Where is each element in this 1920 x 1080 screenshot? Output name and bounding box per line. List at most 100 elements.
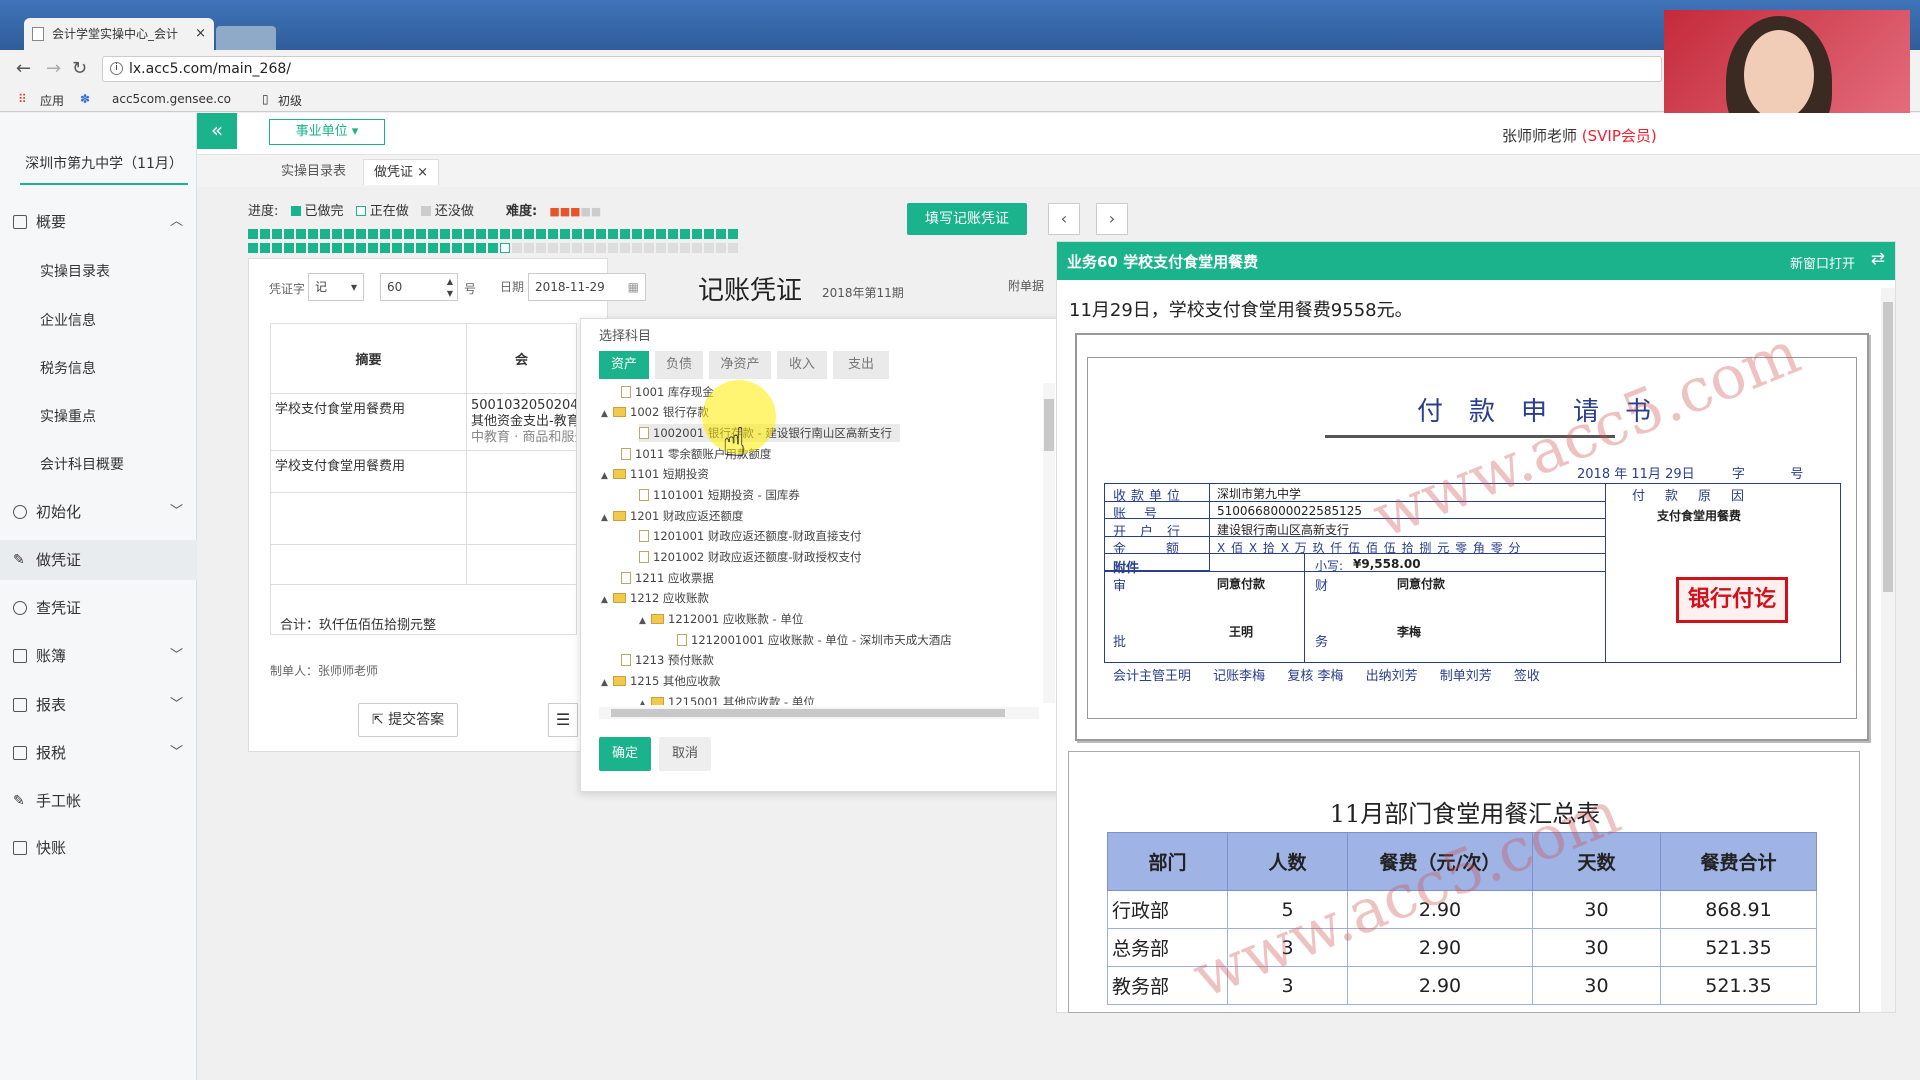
progress-square[interactable] xyxy=(440,243,450,253)
tree-node[interactable]: ▲ 1212001 应收账款 - 单位 xyxy=(639,610,803,628)
sidebar-item-manual-ledger[interactable]: ✎ 手工帐 xyxy=(0,781,197,821)
tree-node[interactable]: 1001 库存现金 xyxy=(621,383,714,401)
unit-type-select[interactable]: 事业单位 ▾ xyxy=(269,119,385,145)
progress-square[interactable] xyxy=(464,243,474,253)
tab-expense[interactable]: 支出 xyxy=(833,351,889,379)
entry-summary[interactable]: 学校支付食堂用餐费用 xyxy=(270,393,467,451)
expand-icon[interactable]: ▲ xyxy=(601,467,613,485)
business-scroll-thumb[interactable] xyxy=(1883,302,1893,592)
voucher-type-select[interactable]: 记 ▾ xyxy=(308,273,364,301)
expand-icon[interactable]: ▲ xyxy=(639,612,651,630)
stepper-icon[interactable]: ▲ ▼ xyxy=(447,276,453,300)
progress-square[interactable] xyxy=(584,243,594,253)
progress-square[interactable] xyxy=(260,243,270,253)
expand-icon[interactable]: ▲ xyxy=(601,591,613,609)
date-input[interactable]: 2018-11-29 ▦ xyxy=(528,273,646,301)
confirm-button[interactable]: 确定 xyxy=(599,737,651,771)
progress-square[interactable] xyxy=(716,243,726,253)
bookmark-chuji[interactable]: 初级 xyxy=(278,92,302,109)
next-button[interactable]: › xyxy=(1096,203,1128,235)
progress-square[interactable] xyxy=(704,243,714,253)
progress-square[interactable] xyxy=(596,243,606,253)
progress-square[interactable] xyxy=(392,243,402,253)
tree-node[interactable]: ▲ 1215001 其他应收款 - 单位 xyxy=(639,693,815,705)
expand-icon[interactable]: ▲ xyxy=(601,405,613,423)
new-tab-button[interactable] xyxy=(216,26,276,50)
entry-summary[interactable]: 学校支付食堂用餐费用 xyxy=(270,450,467,493)
tree-node[interactable]: 1101001 短期投资 - 国库券 xyxy=(639,486,800,504)
swap-icon[interactable]: ⇄ xyxy=(1871,249,1885,269)
tree-node[interactable]: 1212001001 应收账款 - 单位 - 深圳市天成大酒店 xyxy=(677,631,952,649)
entry-account[interactable]: 500103205020420其他资金支出-教育中教育 · 商品和服务 xyxy=(466,393,577,451)
progress-square[interactable] xyxy=(404,243,414,253)
database-icon[interactable]: ☰ xyxy=(548,703,578,737)
sidebar-sub-keypoints[interactable]: 实操重点 xyxy=(40,406,96,426)
progress-square[interactable] xyxy=(308,243,318,253)
progress-square[interactable] xyxy=(296,243,306,253)
bookmark-acc5[interactable]: acc5com.gensee.co xyxy=(112,92,240,106)
tab-catalog[interactable]: 实操目录表 xyxy=(271,159,356,185)
progress-square[interactable] xyxy=(368,243,378,253)
apps-icon[interactable]: ⠿ xyxy=(18,92,27,106)
forward-icon[interactable]: → xyxy=(46,58,61,79)
url-input[interactable]: i lx.acc5.com/main_268/ xyxy=(102,56,1662,82)
sidebar-sub-catalog[interactable]: 实操目录表 xyxy=(40,261,110,281)
progress-square[interactable] xyxy=(380,243,390,253)
progress-square[interactable] xyxy=(668,243,678,253)
tree-node[interactable]: ▲ 1215 其他应收款 xyxy=(601,672,720,690)
bookmark-apps[interactable]: 应用 xyxy=(40,92,64,109)
info-icon[interactable]: i xyxy=(110,62,123,75)
progress-square[interactable] xyxy=(500,243,510,253)
sidebar-item-report[interactable]: 报表 ﹀ xyxy=(0,685,197,725)
cancel-button[interactable]: 取消 xyxy=(659,737,711,771)
fill-voucher-button[interactable]: 填写记账凭证 xyxy=(907,203,1027,235)
expand-icon[interactable]: ▲ xyxy=(601,674,613,692)
sidebar-item-overview[interactable]: 概要 ︿ xyxy=(0,202,197,242)
collapse-sidebar-button[interactable]: « xyxy=(197,113,237,149)
progress-square[interactable] xyxy=(488,243,498,253)
sidebar-sub-accounts[interactable]: 会计科目概要 xyxy=(40,454,124,474)
tab-make-voucher[interactable]: 做凭证 × xyxy=(363,159,440,185)
tab-net-assets[interactable]: 净资产 xyxy=(709,351,771,379)
entry-summary[interactable] xyxy=(270,492,467,545)
tree-node[interactable]: 1213 预付账款 xyxy=(621,651,714,669)
progress-square[interactable] xyxy=(524,243,534,253)
progress-square[interactable] xyxy=(476,243,486,253)
sidebar-sub-company[interactable]: 企业信息 xyxy=(40,310,96,330)
entry-summary[interactable] xyxy=(270,544,467,585)
back-icon[interactable]: ← xyxy=(16,58,31,79)
sidebar-item-ledger[interactable]: 账簿 ﹀ xyxy=(0,636,197,676)
progress-square[interactable] xyxy=(560,243,570,253)
tree-node[interactable]: 1201001 财政应返还额度-财政直接支付 xyxy=(639,527,862,545)
expand-icon[interactable]: ▲ xyxy=(639,695,651,705)
tree-node[interactable]: 1201002 财政应返还额度-财政授权支付 xyxy=(639,548,862,566)
user-info[interactable]: 张师师老师 (SVIP会员) xyxy=(1502,125,1657,146)
progress-square[interactable] xyxy=(284,243,294,253)
tree-node[interactable]: ▲ 1201 财政应返还额度 xyxy=(601,507,743,525)
progress-square[interactable] xyxy=(608,243,618,253)
progress-square[interactable] xyxy=(536,243,546,253)
tree-node[interactable]: 1211 应收票据 xyxy=(621,569,714,587)
reload-icon[interactable]: ↻ xyxy=(72,58,87,79)
close-tab-icon[interactable]: × xyxy=(195,18,206,50)
close-icon[interactable]: × xyxy=(417,165,428,180)
progress-square[interactable] xyxy=(548,243,558,253)
entry-account[interactable] xyxy=(466,450,577,493)
progress-square[interactable] xyxy=(344,243,354,253)
calendar-icon[interactable]: ▦ xyxy=(628,274,639,300)
submit-answer-button[interactable]: ⇱ 提交答案 xyxy=(358,703,458,737)
open-new-window-link[interactable]: 新窗口打开 xyxy=(1790,253,1855,272)
progress-square[interactable] xyxy=(728,243,738,253)
vertical-scroll-thumb[interactable] xyxy=(1044,399,1054,451)
progress-square[interactable] xyxy=(572,243,582,253)
progress-square[interactable] xyxy=(332,243,342,253)
sidebar-item-quick-ledger[interactable]: 快账 xyxy=(0,828,197,868)
voucher-number-stepper[interactable]: 60 ▲ ▼ xyxy=(380,273,458,301)
progress-square[interactable] xyxy=(512,243,522,253)
expand-icon[interactable]: ▲ xyxy=(601,509,613,527)
progress-square[interactable] xyxy=(416,243,426,253)
progress-square[interactable] xyxy=(656,243,666,253)
sidebar-item-init[interactable]: 初始化 ﹀ xyxy=(0,492,197,532)
tab-income[interactable]: 收入 xyxy=(777,351,827,379)
tree-node[interactable]: ▲ 1002 银行存款 xyxy=(601,403,709,421)
